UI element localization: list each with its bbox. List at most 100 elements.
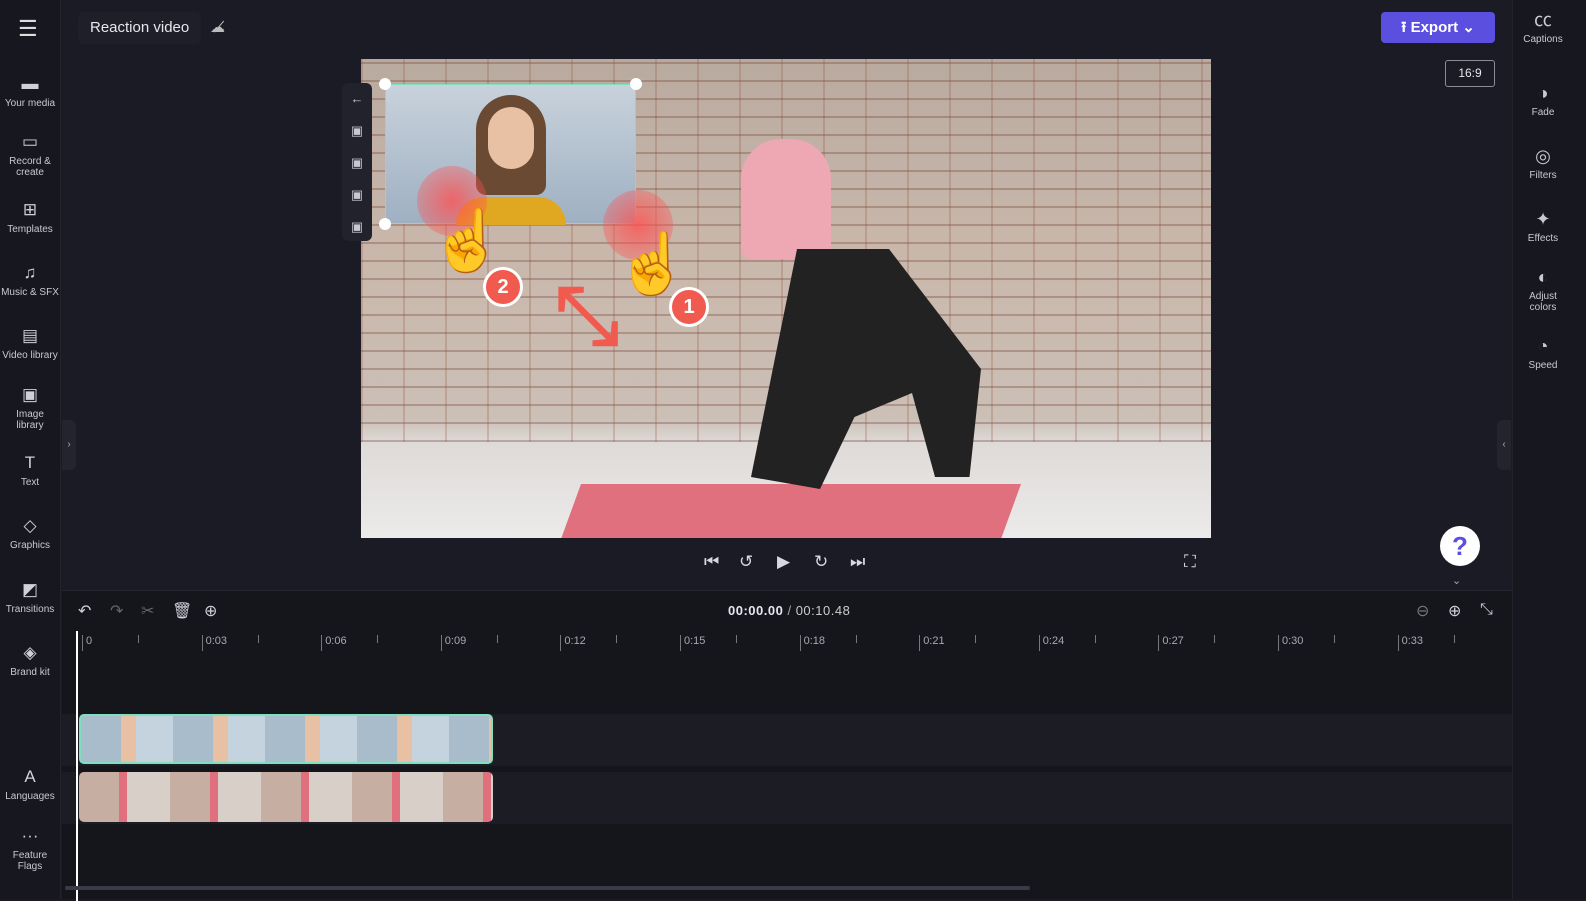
music-icon: ♫ <box>23 263 37 282</box>
sidebar-item-fade[interactable]: ◑ Fade <box>1513 83 1573 118</box>
sidebar-item-music[interactable]: ♫ Music & SFX <box>0 263 60 298</box>
resize-handle[interactable] <box>630 78 642 90</box>
label: Text <box>20 477 40 488</box>
rewind-5-icon[interactable]: ↺ <box>739 552 753 572</box>
hand-pointer-icon: ☝ <box>430 207 505 274</box>
templates-icon: ⊞ <box>22 200 38 219</box>
label: Adjust colors <box>1529 291 1557 313</box>
expand-left-panel-chevron-icon[interactable]: › <box>62 420 76 470</box>
layout-top-right-icon[interactable]: ▣ <box>342 147 372 179</box>
sidebar-item-effects[interactable]: ✦ Effects <box>1513 209 1573 244</box>
forward-5-icon[interactable]: ↻ <box>814 552 828 572</box>
label: Image library <box>16 409 44 431</box>
reaction-clip[interactable] <box>79 714 493 764</box>
label: Record & create <box>9 156 51 178</box>
label: Captions <box>1523 34 1563 45</box>
overlay-track <box>62 714 1512 766</box>
add-media-icon[interactable]: ⊕ <box>204 601 217 621</box>
fullscreen-icon[interactable]: ⛶ <box>1184 552 1196 572</box>
fit-timeline-icon[interactable]: ⤡ <box>1480 601 1493 619</box>
project-title[interactable]: Reaction video <box>78 12 202 44</box>
label: Your media <box>4 98 56 109</box>
step-badge: 1 <box>669 287 709 327</box>
layout-bottom-left-icon[interactable]: ▣ <box>342 179 372 211</box>
filters-icon: ◎ <box>1535 146 1551 166</box>
image-icon: ▣ <box>21 385 39 404</box>
collapse-chevron-icon[interactable]: ⌄ <box>1452 574 1461 587</box>
ruler-tick-label: 0:24 <box>1038 635 1064 651</box>
upload-icon: ⭱ <box>1401 19 1411 36</box>
resize-handle[interactable] <box>379 78 391 90</box>
film-icon: ▤ <box>21 326 39 345</box>
ruler-tick-label: 0:12 <box>560 635 586 651</box>
transition-icon: ◩ <box>21 580 39 599</box>
sidebar-item-feature-flags[interactable]: ··· Feature Flags <box>0 826 60 872</box>
ruler-tick-label: 0:03 <box>201 635 227 651</box>
export-button[interactable]: ⭱ Export ⌄ <box>1381 12 1495 43</box>
label: Video library <box>2 350 58 361</box>
sidebar-item-image-library[interactable]: ▣ Image library <box>0 385 60 431</box>
sidebar-item-templates[interactable]: ⊞ Templates <box>0 200 60 235</box>
hamburger-menu-icon[interactable]: ☰ <box>18 16 38 42</box>
undo-icon[interactable]: ↶ <box>78 601 91 621</box>
ruler-minor-tick <box>1094 635 1096 643</box>
playhead[interactable] <box>76 631 78 901</box>
sidebar-item-languages[interactable]: A Languages <box>0 767 60 802</box>
sidebar-item-brand-kit[interactable]: ◈ Brand kit <box>0 643 60 678</box>
sidebar-item-video-library[interactable]: ▤ Video library <box>0 326 60 361</box>
ruler-tick-label: 0:06 <box>321 635 347 651</box>
ruler-minor-tick <box>257 635 259 643</box>
zoom-in-icon[interactable]: ⊕ <box>1448 601 1461 621</box>
resize-handle[interactable] <box>379 218 391 230</box>
overlay-layout-toolbar: ← ▣ ▣ ▣ ▣ <box>342 83 372 241</box>
cloud-off-icon[interactable]: ☁̸ <box>210 18 225 36</box>
sidebar-item-speed[interactable]: ◔ Speed <box>1513 336 1573 371</box>
expand-right-panel-chevron-icon[interactable]: ‹ <box>1497 420 1511 470</box>
skip-start-icon[interactable]: ⏮ <box>704 552 719 572</box>
sidebar-item-filters[interactable]: ◎ Filters <box>1513 146 1573 181</box>
shapes-icon: ◇ <box>23 516 37 535</box>
folder-icon: ▬ <box>21 74 39 93</box>
hand-pointer-icon: ☝ <box>615 230 690 297</box>
language-icon: A <box>24 767 36 786</box>
label: Brand kit <box>10 667 50 678</box>
sidebar-item-captions[interactable]: ㏄ Captions <box>1513 10 1573 45</box>
sidebar-item-graphics[interactable]: ◇ Graphics <box>0 516 60 551</box>
sidebar-item-transitions[interactable]: ◩ Transitions <box>0 580 60 615</box>
layout-bottom-right-icon[interactable]: ▣ <box>342 211 372 243</box>
label: Music & SFX <box>1 287 59 298</box>
total-time: 00:10.48 <box>795 603 851 618</box>
trash-icon[interactable]: 🗑 <box>172 601 192 621</box>
time-separator: / <box>787 603 792 618</box>
timeline-scrollbar[interactable] <box>65 886 1030 890</box>
scissors-icon[interactable]: ✂ <box>141 601 154 621</box>
sidebar-item-your-media[interactable]: ▬ Your media <box>0 74 60 109</box>
ruler-tick-label: 0:18 <box>799 635 825 651</box>
time-display: 00:00.00 / 00:10.48 <box>728 603 850 618</box>
workout-clip[interactable] <box>79 772 493 822</box>
label: Graphics <box>9 540 50 551</box>
play-icon[interactable]: ▶ <box>777 552 790 572</box>
back-arrow-icon[interactable]: ← <box>342 83 372 115</box>
label: Transitions <box>5 604 55 615</box>
contrast-icon: ◐ <box>1537 267 1549 287</box>
fade-icon: ◑ <box>1537 83 1549 103</box>
ruler-minor-tick <box>138 635 139 643</box>
redo-icon[interactable]: ↷ <box>110 601 123 621</box>
sidebar-item-record[interactable]: ▭ Record & create <box>0 132 60 178</box>
step-badge: 2 <box>483 267 523 307</box>
sidebar-item-text[interactable]: T Text <box>0 453 60 488</box>
speed-icon: ◔ <box>1537 336 1549 356</box>
ruler-minor-tick <box>496 635 498 643</box>
aspect-ratio-button[interactable]: 16:9 <box>1445 60 1495 87</box>
brand-icon: ◈ <box>23 643 37 662</box>
ruler-tick-label: 0:27 <box>1158 635 1184 651</box>
label: Fade <box>1531 107 1555 118</box>
skip-end-icon[interactable]: ⏭ <box>850 552 865 572</box>
sidebar-item-adjust-colors[interactable]: ◐ Adjust colors <box>1513 267 1573 313</box>
layout-top-left-icon[interactable]: ▣ <box>342 115 372 147</box>
zoom-out-icon[interactable]: ⊖ <box>1416 601 1429 621</box>
person-top <box>741 139 831 259</box>
camera-icon: ▭ <box>21 132 39 151</box>
help-button[interactable]: ? <box>1440 526 1480 566</box>
